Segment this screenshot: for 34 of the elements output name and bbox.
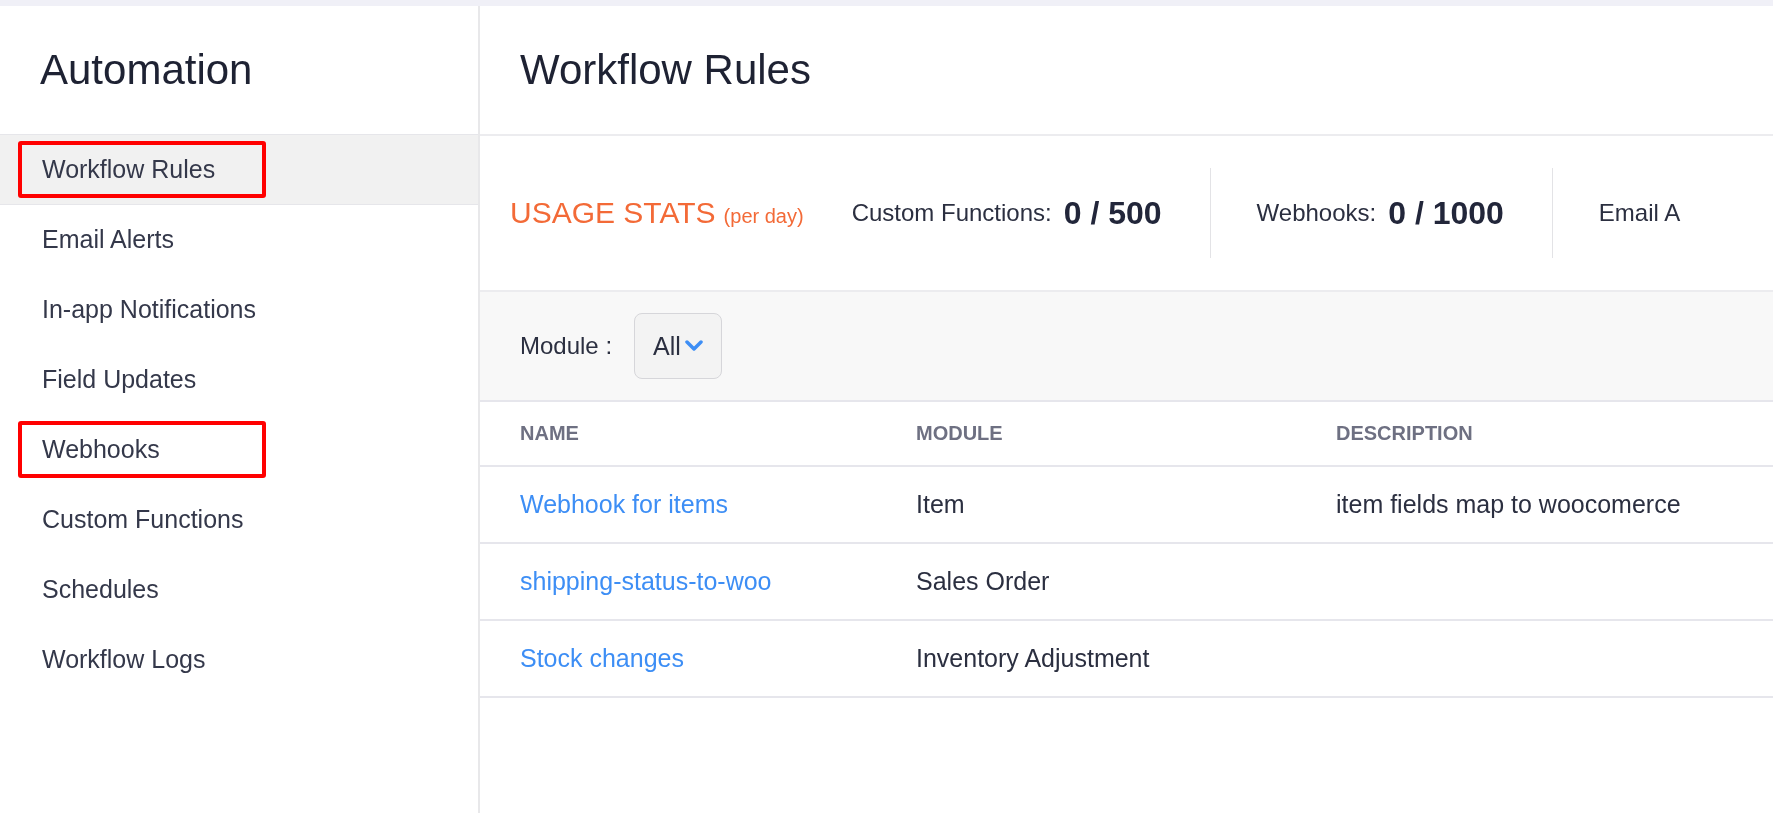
sidebar-item[interactable]: Schedules xyxy=(0,555,478,625)
sidebar-item-label: Field Updates xyxy=(41,364,198,395)
module-cell: Inventory Adjustment xyxy=(916,644,1150,673)
column-header: MODULE xyxy=(916,422,1004,445)
sidebar-item[interactable]: In-app Notifications xyxy=(0,275,478,345)
sidebar-item[interactable]: Workflow Logs xyxy=(0,625,478,695)
page-title: Workflow Rules xyxy=(480,6,1773,136)
sidebar-item-label: Custom Functions xyxy=(41,504,245,535)
highlight-frame: Workflow Rules xyxy=(18,141,266,198)
highlight-frame: Webhooks xyxy=(18,421,266,478)
sidebar-item-label: Email Alerts xyxy=(41,224,175,255)
stat-value: 0 / 1000 xyxy=(1388,194,1504,232)
usage-stats-heading: USAGE STATS xyxy=(510,196,716,230)
stat-label: Webhooks: xyxy=(1256,199,1377,227)
sidebar-item-label: In-app Notifications xyxy=(41,294,257,325)
sidebar-item[interactable]: Webhooks xyxy=(0,415,478,485)
column-header: DESCRIPTION xyxy=(1336,422,1474,445)
usage-stats-note: (per day) xyxy=(723,205,804,228)
sidebar-item[interactable]: Workflow Rules xyxy=(0,135,478,205)
sidebar-item[interactable]: Field Updates xyxy=(0,345,478,415)
description-cell: item fields map to woocomerce xyxy=(1336,490,1681,519)
module-cell: Item xyxy=(916,490,965,519)
stat-value: 0 / 500 xyxy=(1063,194,1162,232)
module-select[interactable]: All xyxy=(634,313,722,379)
stat-label: Email A xyxy=(1598,199,1681,227)
module-cell: Sales Order xyxy=(916,567,1050,596)
sidebar-item[interactable]: Custom Functions xyxy=(0,485,478,555)
stat-label: Custom Functions: xyxy=(851,199,1052,227)
sidebar-item-label: Schedules xyxy=(41,574,160,605)
sidebar-item-label: Workflow Logs xyxy=(41,644,207,675)
filter-label: Module : xyxy=(520,332,613,360)
sidebar-item[interactable]: Email Alerts xyxy=(0,205,478,275)
chevron-down-icon xyxy=(684,340,703,352)
column-header: NAME xyxy=(520,422,580,445)
